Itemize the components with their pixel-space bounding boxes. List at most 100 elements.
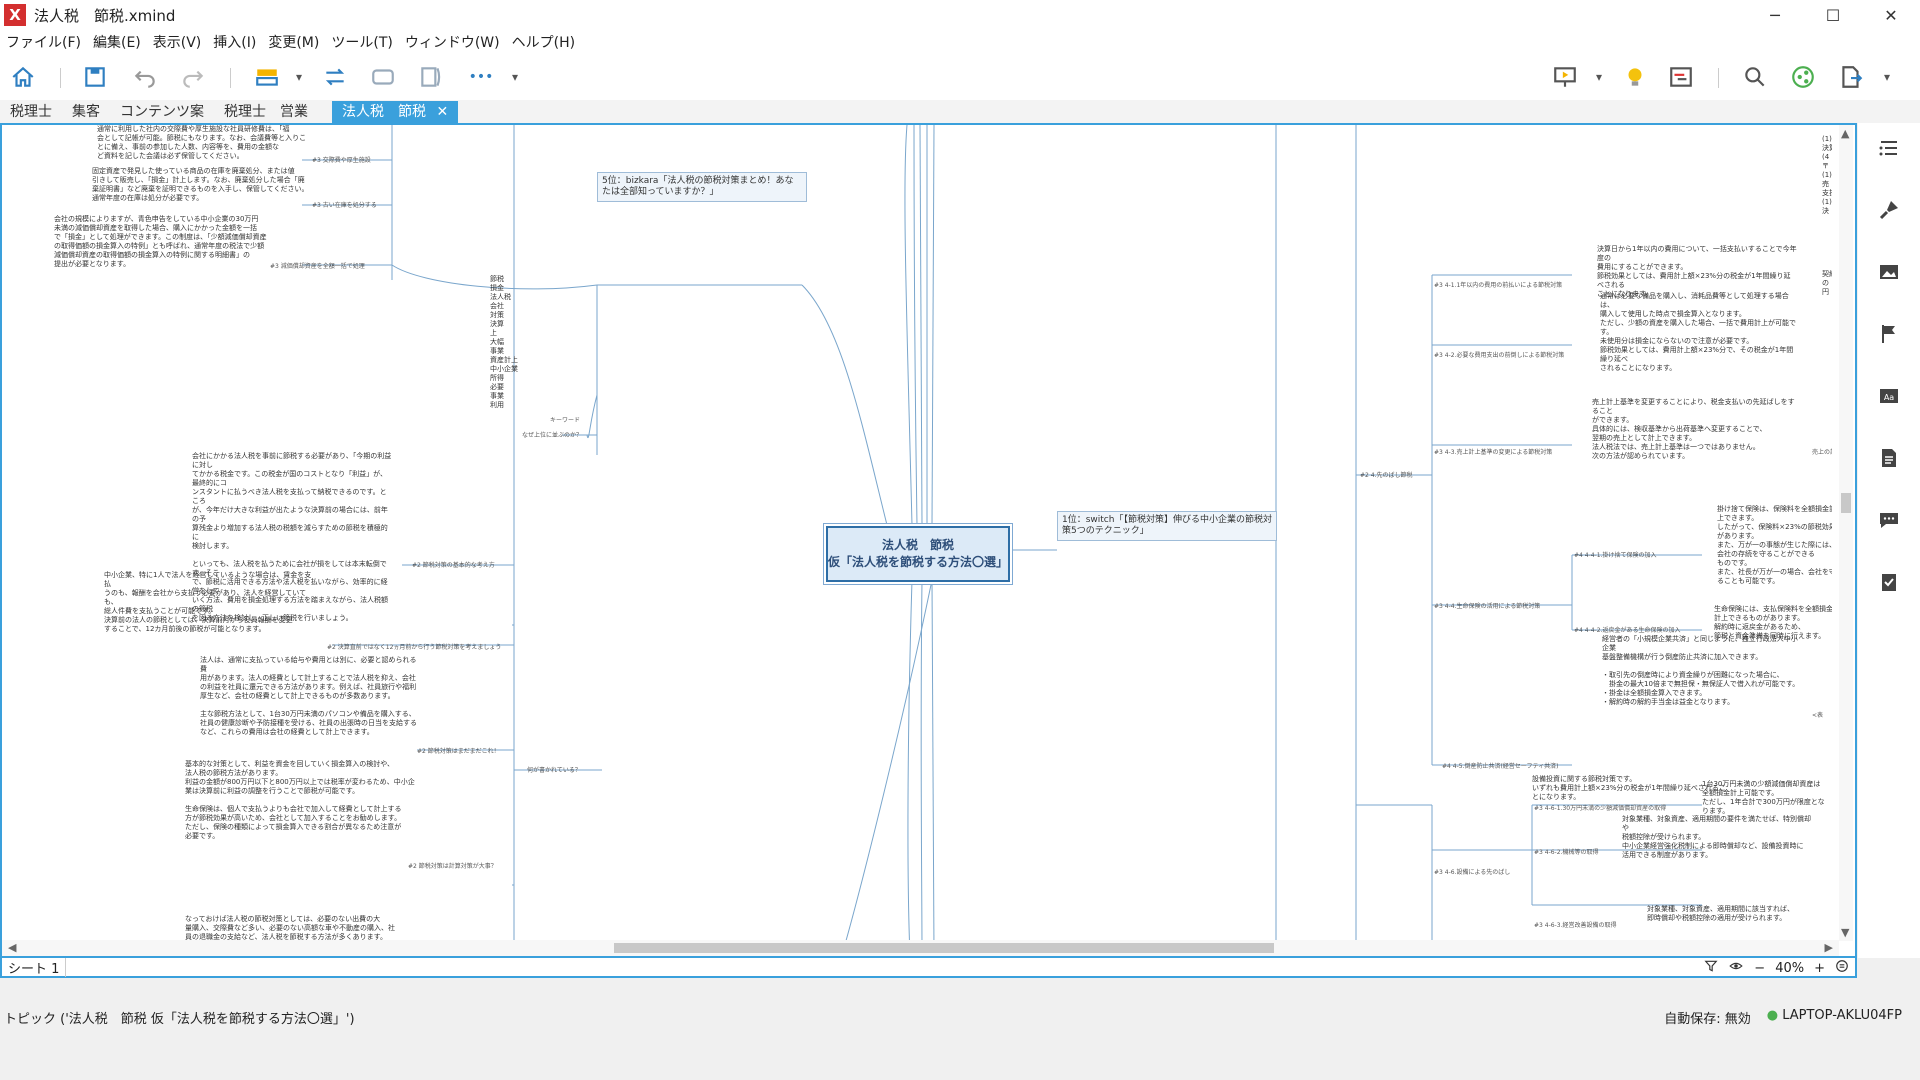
eye-icon[interactable] (1728, 959, 1744, 977)
leaf-equipment-main[interactable]: #3 4-6.設備による先のばし (1434, 867, 1510, 876)
topic-rank5-bizkara[interactable]: 5位：bizkara「法人税の節税対策まとめ！あなたは全部知っていますか？」 (597, 172, 807, 202)
leaf-defer-main[interactable]: #2 4.先のばし節税 (1360, 470, 1412, 479)
summary-icon[interactable] (416, 62, 446, 92)
leaf-depreciation[interactable]: #3 減価償却資産を全額一括で処理 (270, 261, 365, 270)
leaf-refund-insurance[interactable]: #4 4-4-2.返戻金がある生命保険の加入 (1574, 625, 1680, 634)
vertical-scrollbar[interactable]: ▲ ▼ (1839, 125, 1853, 941)
leaf-what-written[interactable]: 何が書かれている？ (527, 765, 581, 774)
node-calc-measures[interactable]: 基本的な対策として、利益を資金を回していく損金算入の検討や、 法人税の節税方法が… (185, 760, 415, 841)
vertical-scroll-thumb[interactable] (1841, 493, 1851, 513)
menu-insert[interactable]: 挿入(I) (207, 32, 262, 52)
scroll-up-icon[interactable]: ▲ (1841, 127, 1849, 140)
zoom-out-button[interactable]: − (1754, 961, 1765, 976)
leaf-insurance-main[interactable]: #3 4-4.生命保険の活用による節税対策 (1434, 601, 1540, 610)
leaf-safety-side[interactable]: <表 (1812, 710, 1823, 719)
menu-edit[interactable]: 編集(E) (87, 32, 147, 52)
node-far-right-clipped[interactable]: (1) 決算 (4 〒 (1) 売 支払 (1) 決 契約 の 円 (1822, 135, 1832, 297)
outline-icon[interactable] (1874, 133, 1904, 163)
text-style-icon[interactable]: Aa (1874, 381, 1904, 411)
node-expense-advance[interactable]: 通常は必要な備品を購入し、消耗品費等として処理する場合は、 購入して使用した時点… (1600, 292, 1800, 373)
leaf-term-insurance[interactable]: #4 4-4-1.掛け捨て保険の加入 (1574, 550, 1656, 559)
tab-zeirishi-eigyo[interactable]: 税理士 営業 (214, 101, 318, 123)
menu-file[interactable]: ファイル(F) (0, 32, 87, 52)
export-dropdown[interactable]: ▾ (1872, 62, 1902, 92)
tab-contents[interactable]: コンテンツ案 (110, 101, 214, 123)
comments-icon[interactable] (1874, 505, 1904, 535)
task-icon[interactable] (1874, 567, 1904, 597)
leaf-safety-net[interactable]: #4 4-5.倒産防止共済(経営セーフティ共済) (1442, 761, 1558, 770)
node-term-insurance[interactable]: 掛け捨て保険は、保険料を全額損金計上できます。 したがって、保険料×23%の節税… (1717, 505, 1832, 586)
leaf-small-assets[interactable]: #3 4-6-1.30万円未満の少額減価償却資産の取得 (1534, 803, 1666, 812)
autosave-status[interactable]: 自動保存: 無効 (1664, 1008, 1751, 1027)
save-icon[interactable] (80, 62, 110, 92)
scroll-left-icon[interactable]: ◀ (8, 941, 16, 954)
node-small-assets[interactable]: 1台30万円未満の少額減価償却資産は全額損金計上可能です。 ただし、1年合計で3… (1702, 780, 1827, 816)
topic-rank1-switch[interactable]: 1位：switch「【節税対策】伸びる中小企業の節税対策5つのテクニック」 (1057, 511, 1277, 541)
mindmap-canvas[interactable]: 法人税 節税 仮「法人税を節税する方法〇選」 5位：bizkara「法人税の節税… (0, 123, 1857, 958)
leaf-sales-side[interactable]: 売上の計 (1812, 447, 1832, 456)
tab-zeirishi[interactable]: 税理士 (0, 101, 62, 123)
undo-icon[interactable] (130, 62, 160, 92)
leaf-sales-basis[interactable]: #3 4-3.売上計上基準の変更による節税対策 (1434, 447, 1552, 456)
node-prepay[interactable]: 決算日から1年以内の費用について、一括支払いすることで今年度の 費用にすることが… (1597, 245, 1797, 299)
node-unnecessary[interactable]: なっておけば法人税の節税対策としては、必要のない出費の大 量購入、交際費など多い… (185, 915, 415, 942)
leaf-why-top[interactable]: なぜ上位に並ぶのか？ (522, 430, 582, 439)
horizontal-scroll-thumb[interactable] (614, 943, 1274, 953)
node-machinery[interactable]: 対象業種、対象資産、適用期間の要件を満たせば、特別償却や 税額控除が受けられます… (1622, 815, 1817, 860)
redo-icon[interactable] (178, 62, 208, 92)
leaf-more-methods[interactable]: #2 節税対策はまだまだこれ！ (417, 746, 500, 755)
insert-topic-dropdown[interactable]: ▾ (284, 62, 314, 92)
relationship-icon[interactable] (320, 62, 350, 92)
search-icon[interactable] (1740, 62, 1770, 92)
node-keywords[interactable]: 節税 損金 法人税 会社 対策 決算 上 大幅 事業 資産計上 中小企業 所得 … (490, 275, 550, 410)
menu-tools[interactable]: ツール(T) (325, 32, 398, 52)
maximize-button[interactable]: ☐ (1804, 0, 1862, 30)
horizontal-scrollbar[interactable]: ◀ ▶ (2, 940, 1839, 956)
zoom-reset-icon[interactable] (1835, 959, 1849, 977)
image-icon[interactable] (1874, 257, 1904, 287)
close-tab-icon[interactable]: ✕ (436, 104, 448, 120)
scroll-right-icon[interactable]: ▶ (1825, 941, 1833, 954)
tab-shukyaku[interactable]: 集客 (62, 101, 110, 123)
menu-help[interactable]: ヘルプ(H) (506, 32, 581, 52)
menu-window[interactable]: ウィンドウ(W) (399, 32, 506, 52)
format-brush-icon[interactable] (1874, 195, 1904, 225)
boundary-icon[interactable] (368, 62, 398, 92)
node-more-methods[interactable]: 法人は、通常に支払っている給与や費用とは別に、必要と認められる費 用があります。… (200, 656, 420, 737)
filter-icon[interactable] (1704, 959, 1718, 977)
leaf-12-months[interactable]: #2 決算直前ではなく12ヵ月前から行う節税対策を考えましょう (327, 642, 501, 651)
leaf-keywords[interactable]: キーワード (550, 415, 580, 424)
notes-icon[interactable] (1874, 443, 1904, 473)
leaf-machinery[interactable]: #3 4-6-2.機械等の取得 (1534, 847, 1598, 856)
tab-hojinzei-setsuzei[interactable]: 法人税 節税 ✕ (332, 101, 459, 123)
node-safety-net[interactable]: 経営者の「小規模企業共済」と同じように、独立行政法人中小企業 基盤整備機構が行う… (1602, 635, 1802, 707)
export-icon[interactable] (1836, 62, 1866, 92)
more-dropdown[interactable]: ▾ (500, 62, 530, 92)
marker-flag-icon[interactable] (1874, 319, 1904, 349)
leaf-entertainment[interactable]: #3 交際費や厚生施設 (312, 155, 371, 164)
close-window-button[interactable]: ✕ (1862, 0, 1920, 30)
scroll-down-icon[interactable]: ▼ (1841, 926, 1849, 939)
leaf-basic-approach[interactable]: #2 節税対策の基本的な考え方 (412, 560, 495, 569)
node-12-months[interactable]: 中小企業、特に1人で法人を経営しているような場合は、賃金を支払 うのも、報酬を会… (104, 571, 314, 634)
leaf-expense-advance[interactable]: #3 4-2.必要な費用支出の前倒しによる節税対策 (1434, 350, 1564, 359)
central-topic[interactable]: 法人税 節税 仮「法人税を節税する方法〇選」 (826, 526, 1010, 582)
zoom-in-button[interactable]: + (1814, 961, 1825, 976)
node-sales-basis[interactable]: 売上計上基準を変更することにより、税金支払いの先延ばしをすること ができます。 … (1592, 398, 1797, 461)
more-icon[interactable]: ••• (466, 62, 496, 92)
lightbulb-icon[interactable] (1620, 62, 1650, 92)
insert-topic-icon[interactable] (252, 62, 282, 92)
menu-modify[interactable]: 変更(M) (262, 32, 325, 52)
presentation-dropdown[interactable]: ▾ (1584, 62, 1614, 92)
gantt-icon[interactable] (1666, 62, 1696, 92)
minimize-button[interactable]: ─ (1746, 0, 1804, 30)
leaf-old-stock[interactable]: #3 古い在庫を処分する (312, 200, 377, 209)
share-icon[interactable] (1788, 62, 1818, 92)
home-icon[interactable] (8, 62, 38, 92)
node-improvement-equip[interactable]: 対象業種、対象資産、適用期間に該当すれば、 即時償却や税額控除の適用が受けられま… (1647, 905, 1827, 923)
sheet-tab-1[interactable]: シート 1 (2, 957, 67, 977)
leaf-calc-measures[interactable]: #2 節税対策は計算対策が大事？ (408, 861, 497, 870)
presentation-icon[interactable] (1550, 62, 1580, 92)
node-old-stock[interactable]: 固定資産で発見した使っている商品の在庫を廃棄処分、または値 引きして販売し、「損… (92, 167, 382, 203)
leaf-improvement-equip[interactable]: #3 4-6-3.経営改善設備の取得 (1534, 920, 1616, 929)
